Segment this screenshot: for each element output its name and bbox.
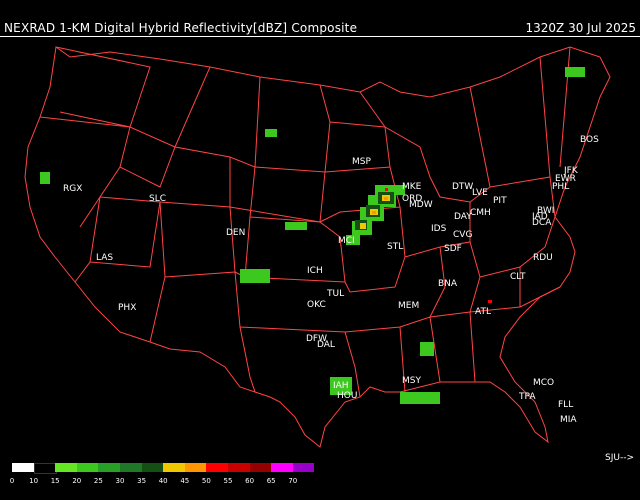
city-label: TPA bbox=[519, 392, 536, 402]
legend-tick-label: 10 bbox=[29, 477, 39, 485]
city-label: ATL bbox=[475, 307, 491, 317]
city-label: CMH bbox=[470, 208, 491, 218]
city-label: MSP bbox=[352, 157, 371, 167]
city-label: MSY bbox=[402, 376, 421, 386]
city-label: TUL bbox=[327, 289, 345, 299]
city-label: DAY bbox=[454, 212, 472, 222]
legend-tick-label: 55 bbox=[223, 477, 233, 485]
legend-tick-label: 15 bbox=[50, 477, 60, 485]
city-label: MDW bbox=[409, 200, 433, 210]
city-label: DEN bbox=[226, 228, 246, 238]
radar-map: BOS JFK EWR PHL BWI IAD DCA PIT CMH LVE DTW DAY CVG S… bbox=[0, 37, 640, 460]
legend-swatch bbox=[33, 463, 58, 474]
city-label: ICH bbox=[307, 266, 323, 276]
city-label: IDS bbox=[431, 224, 447, 234]
legend-swatch bbox=[228, 463, 250, 472]
city-label: SDF bbox=[444, 244, 462, 254]
legend-tick-label: 45 bbox=[180, 477, 190, 485]
legend-tick-label: 65 bbox=[266, 477, 276, 485]
city-label: HOU bbox=[337, 391, 358, 401]
city-label: CVG bbox=[453, 230, 473, 240]
legend-tick-label: 20 bbox=[72, 477, 82, 485]
legend-swatch bbox=[55, 463, 77, 472]
city-label: DCA bbox=[532, 218, 552, 228]
city-label: BNA bbox=[438, 279, 458, 289]
legend-swatch bbox=[206, 463, 228, 472]
legend-swatch bbox=[98, 463, 120, 472]
radar-echoes bbox=[40, 67, 585, 404]
city-label: BOS bbox=[580, 135, 599, 145]
legend-tick-label: 40 bbox=[158, 477, 168, 485]
dbz-color-legend: 0 10 15 20 25 30 35 40 45 50 55 60 65 70 bbox=[0, 460, 640, 500]
legend-tick-label: 35 bbox=[137, 477, 147, 485]
legend-swatch bbox=[163, 463, 185, 472]
legend-swatch bbox=[292, 463, 315, 472]
city-label: RDU bbox=[533, 253, 553, 263]
timestamp: 1320Z 30 Jul 2025 bbox=[525, 21, 637, 35]
legend-swatch bbox=[184, 463, 207, 472]
legend-swatch bbox=[249, 463, 272, 472]
legend-tick-label: 25 bbox=[93, 477, 103, 485]
legend-tick-label: 0 bbox=[9, 477, 15, 485]
city-label: MEM bbox=[398, 301, 420, 311]
city-label: MKE bbox=[402, 182, 422, 192]
city-label: LAS bbox=[96, 253, 114, 263]
city-label: FLL bbox=[558, 400, 574, 410]
legend-swatch bbox=[12, 463, 34, 472]
legend-tick-label: 60 bbox=[245, 477, 255, 485]
city-label: MCO bbox=[533, 378, 555, 388]
city-label: IAH bbox=[333, 381, 349, 391]
city-label: DAL bbox=[317, 340, 335, 350]
legend-tick-label: 50 bbox=[201, 477, 211, 485]
city-label: LVE bbox=[472, 188, 488, 198]
city-label: OKC bbox=[307, 300, 326, 310]
city-label: STL bbox=[387, 242, 404, 252]
legend-swatch bbox=[141, 463, 164, 472]
city-label: PHX bbox=[118, 303, 137, 313]
state-borders bbox=[24, 46, 611, 448]
city-label: SLC bbox=[149, 194, 167, 204]
city-label: PHL bbox=[552, 182, 570, 192]
legend-swatch bbox=[271, 463, 293, 472]
map-title: NEXRAD 1-KM Digital Hybrid Reflectivity[… bbox=[4, 21, 358, 35]
city-label: RGX bbox=[63, 184, 83, 194]
legend-swatch bbox=[120, 463, 142, 472]
legend-swatch bbox=[76, 463, 99, 472]
city-label: MIA bbox=[560, 415, 577, 425]
city-label: MCI bbox=[338, 236, 355, 246]
header: NEXRAD 1-KM Digital Hybrid Reflectivity[… bbox=[0, 0, 640, 37]
city-label: DTW bbox=[452, 182, 474, 192]
legend-tick-label: 30 bbox=[115, 477, 125, 485]
legend-tick-label: 70 bbox=[288, 477, 298, 485]
city-label: PIT bbox=[493, 196, 507, 206]
city-label: CLT bbox=[510, 272, 526, 282]
sju-pointer: SJU--> bbox=[605, 453, 634, 463]
